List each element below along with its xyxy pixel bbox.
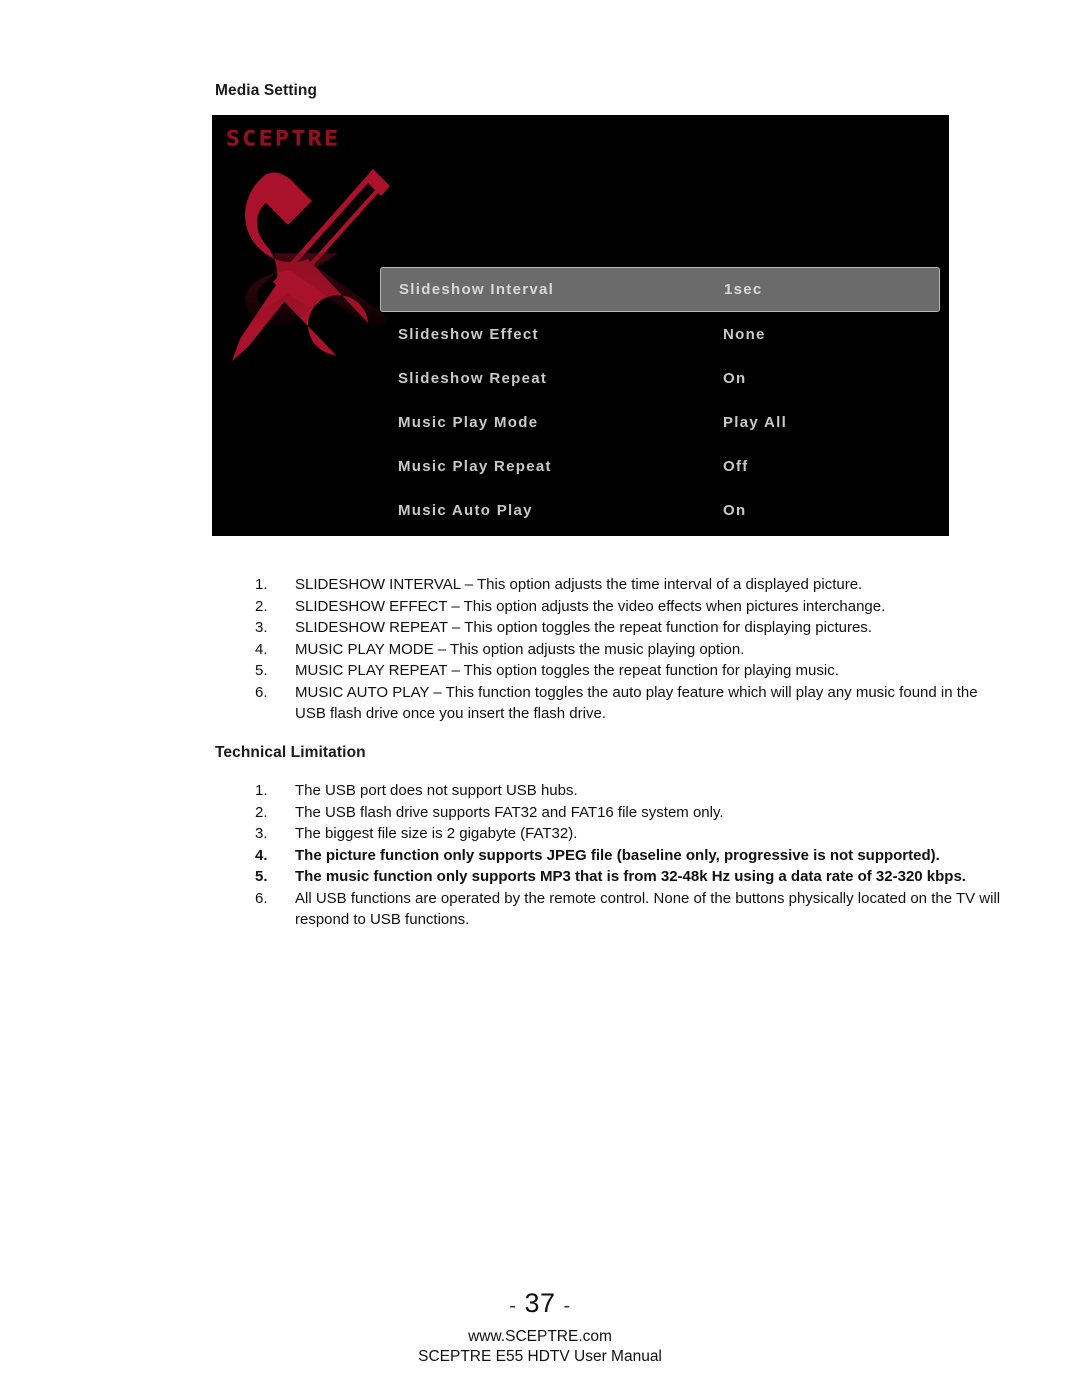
page-title-media-setting: Media Setting	[215, 82, 318, 99]
list-item-number: 5.	[255, 662, 268, 679]
page-number-dash-left: -	[509, 1295, 517, 1317]
list-item: 5. The music function only supports MP3 …	[0, 866, 1080, 888]
list-item-number: 4.	[255, 640, 268, 658]
menu-item-value: None	[723, 325, 766, 343]
menu-item-value: Play All	[723, 413, 788, 431]
menu-item-slideshow-effect[interactable]: Slideshow Effect None	[380, 312, 940, 356]
list-item-number: 2.	[255, 597, 268, 615]
list-item-text: SLIDESHOW INTERVAL – This option adjusts…	[295, 576, 863, 593]
menu-item-slideshow-repeat[interactable]: Slideshow Repeat On	[380, 356, 940, 400]
menu-item-label: Slideshow Repeat	[398, 369, 548, 387]
list-item: 2. The USB flash drive supports FAT32 an…	[0, 802, 1080, 824]
list-item-text: The music function only supports MP3 tha…	[295, 868, 966, 885]
list-item: 3. SLIDESHOW REPEAT – This option toggle…	[0, 617, 1080, 639]
list-item: 4. MUSIC PLAY MODE – This option adjusts…	[0, 639, 1080, 661]
list-item-text: The picture function only supports JPEG …	[295, 846, 940, 864]
menu-item-label: Music Play Mode	[398, 413, 539, 431]
list-item: 6. MUSIC AUTO PLAY – This function toggl…	[0, 682, 1080, 725]
list-item-number: 1.	[255, 782, 268, 799]
page-number-dash-right: -	[563, 1295, 571, 1317]
list-item-text: MUSIC PLAY REPEAT – This option toggles …	[295, 662, 839, 679]
menu-item-value: On	[723, 369, 747, 387]
list-item-number: 2.	[255, 803, 268, 821]
list-item-text: MUSIC AUTO PLAY – This function toggles …	[295, 683, 978, 723]
footer-website-url: www.SCEPTRE.com	[468, 1328, 612, 1345]
menu-item-music-auto-play[interactable]: Music Auto Play On	[380, 488, 940, 532]
menu-item-label: Music Play Repeat	[398, 457, 552, 475]
list-item: 1. SLIDESHOW INTERVAL – This option adju…	[0, 574, 1080, 596]
page-title-technical-limitation: Technical Limitation	[215, 744, 366, 761]
footer-manual-title: SCEPTRE E55 HDTV User Manual	[418, 1348, 662, 1365]
list-item-number: 5.	[255, 868, 268, 885]
technical-limitation-list: 1. The USB port does not support USB hub…	[0, 780, 1080, 931]
list-item-text: The biggest file size is 2 gigabyte (FAT…	[295, 825, 578, 842]
list-item-number: 6.	[255, 683, 268, 701]
page-number-value: 37	[524, 1288, 556, 1318]
list-item-text: MUSIC PLAY MODE – This option adjusts th…	[295, 640, 745, 658]
menu-item-music-play-repeat[interactable]: Music Play Repeat Off	[380, 444, 940, 488]
menu-item-label: Music Auto Play	[398, 501, 533, 519]
menu-item-value: 1sec	[724, 281, 763, 298]
menu-item-slideshow-interval[interactable]: Slideshow Interval 1sec	[380, 267, 940, 312]
list-item: 4. The picture function only supports JP…	[0, 845, 1080, 867]
sceptre-logo: SCEPTRE	[226, 127, 341, 151]
menu-item-value: Off	[723, 457, 749, 475]
list-item-text: The USB port does not support USB hubs.	[295, 782, 578, 799]
menu-item-label: Slideshow Effect	[398, 325, 539, 343]
list-item-number: 3.	[255, 619, 268, 636]
menu-item-music-play-mode[interactable]: Music Play Mode Play All	[380, 400, 940, 444]
list-item-text: All USB functions are operated by the re…	[295, 889, 1001, 929]
list-item-number: 4.	[255, 846, 268, 864]
list-item-text: SLIDESHOW REPEAT – This option toggles t…	[295, 619, 872, 636]
media-setting-menu: Slideshow Interval 1sec Slideshow Effect…	[380, 267, 940, 532]
list-item: 5. MUSIC PLAY REPEAT – This option toggl…	[0, 660, 1080, 682]
list-item: 3. The biggest file size is 2 gigabyte (…	[0, 823, 1080, 845]
list-item: 1. The USB port does not support USB hub…	[0, 780, 1080, 802]
tv-osd-screenshot: SCEPTRE Slideshow Interval 1sec Slidesho…	[212, 115, 949, 536]
media-setting-description-list: 1. SLIDESHOW INTERVAL – This option adju…	[0, 574, 1080, 725]
list-item-number: 1.	[255, 576, 268, 593]
menu-item-label: Slideshow Interval	[399, 281, 555, 298]
list-item-number: 6.	[255, 889, 268, 907]
list-item-text: SLIDESHOW EFFECT – This option adjusts t…	[295, 597, 886, 615]
page-number: - 37 -	[0, 1288, 1080, 1319]
list-item-number: 3.	[255, 825, 268, 842]
list-item: 2. SLIDESHOW EFFECT – This option adjust…	[0, 596, 1080, 618]
list-item: 6. All USB functions are operated by the…	[0, 888, 1080, 931]
list-item-text: The USB flash drive supports FAT32 and F…	[295, 803, 724, 821]
menu-item-value: On	[723, 501, 747, 519]
